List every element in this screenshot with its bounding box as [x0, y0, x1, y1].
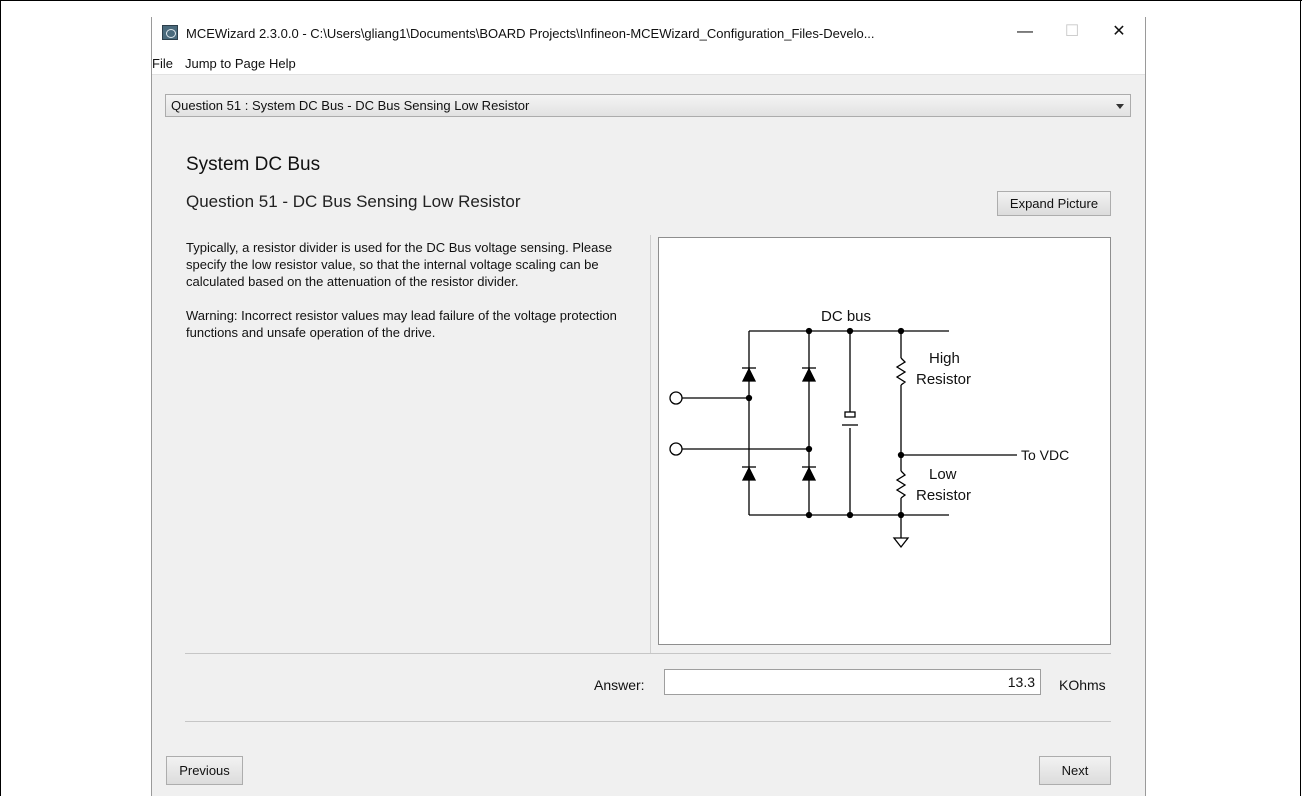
question-selector[interactable]: Question 51 : System DC Bus - DC Bus Sen…	[165, 94, 1131, 117]
warning-paragraph: Warning: Incorrect resistor values may l…	[186, 308, 617, 340]
high-resistor-label-line2: Resistor	[916, 371, 971, 388]
page-border-top	[0, 0, 1302, 1]
section-title: System DC Bus	[186, 154, 321, 175]
maximize-button[interactable]: ☐	[1049, 17, 1095, 49]
menu-bar: File Jump to Page Help	[152, 49, 1145, 75]
chevron-down-icon	[1116, 104, 1124, 109]
low-resistor-label-line1: Low	[929, 466, 957, 483]
title-bar: MCEWizard 2.3.0.0 - C:\Users\gliang1\Doc…	[152, 17, 1145, 49]
vertical-divider	[650, 235, 651, 654]
answer-unit: KOhms	[1059, 677, 1106, 693]
page-border-right	[1300, 0, 1301, 796]
app-icon	[162, 25, 178, 40]
menu-help[interactable]: Help	[269, 56, 296, 71]
description-paragraph: Typically, a resistor divider is used fo…	[186, 240, 613, 289]
expand-picture-button[interactable]: Expand Picture	[997, 191, 1111, 216]
mcewizard-window: MCEWizard 2.3.0.0 - C:\Users\gliang1\Doc…	[151, 17, 1146, 796]
question-title: Question 51 - DC Bus Sensing Low Resisto…	[186, 192, 521, 211]
close-button[interactable]: ✕	[1096, 17, 1142, 49]
minimize-button[interactable]: —	[1002, 17, 1048, 49]
window-title: MCEWizard 2.3.0.0 - C:\Users\gliang1\Doc…	[186, 26, 875, 41]
answer-bottom-divider	[185, 721, 1111, 722]
question-selector-value: Question 51 : System DC Bus - DC Bus Sen…	[171, 98, 530, 113]
menu-file[interactable]: File	[152, 56, 173, 71]
dc-bus-label: DC bus	[821, 308, 871, 325]
high-resistor-label-line1: High	[929, 350, 960, 367]
circuit-diagram-panel: DC bus High Resistor Low Resistor To VDC	[658, 237, 1111, 645]
answer-top-divider	[185, 653, 1111, 654]
answer-label: Answer:	[594, 677, 645, 693]
menu-jump-to-page[interactable]: Jump to Page	[185, 56, 265, 71]
low-resistor-label-line2: Resistor	[916, 487, 971, 504]
to-vdc-label: To VDC	[1021, 447, 1069, 463]
previous-button[interactable]: Previous	[166, 756, 243, 785]
next-button[interactable]: Next	[1039, 756, 1111, 785]
dc-bus-circuit-diagram: DC bus High Resistor Low Resistor To VDC	[669, 308, 1069, 549]
answer-input[interactable]	[664, 669, 1041, 695]
page-border-left	[0, 0, 1, 796]
question-description: Typically, a resistor divider is used fo…	[186, 239, 656, 358]
